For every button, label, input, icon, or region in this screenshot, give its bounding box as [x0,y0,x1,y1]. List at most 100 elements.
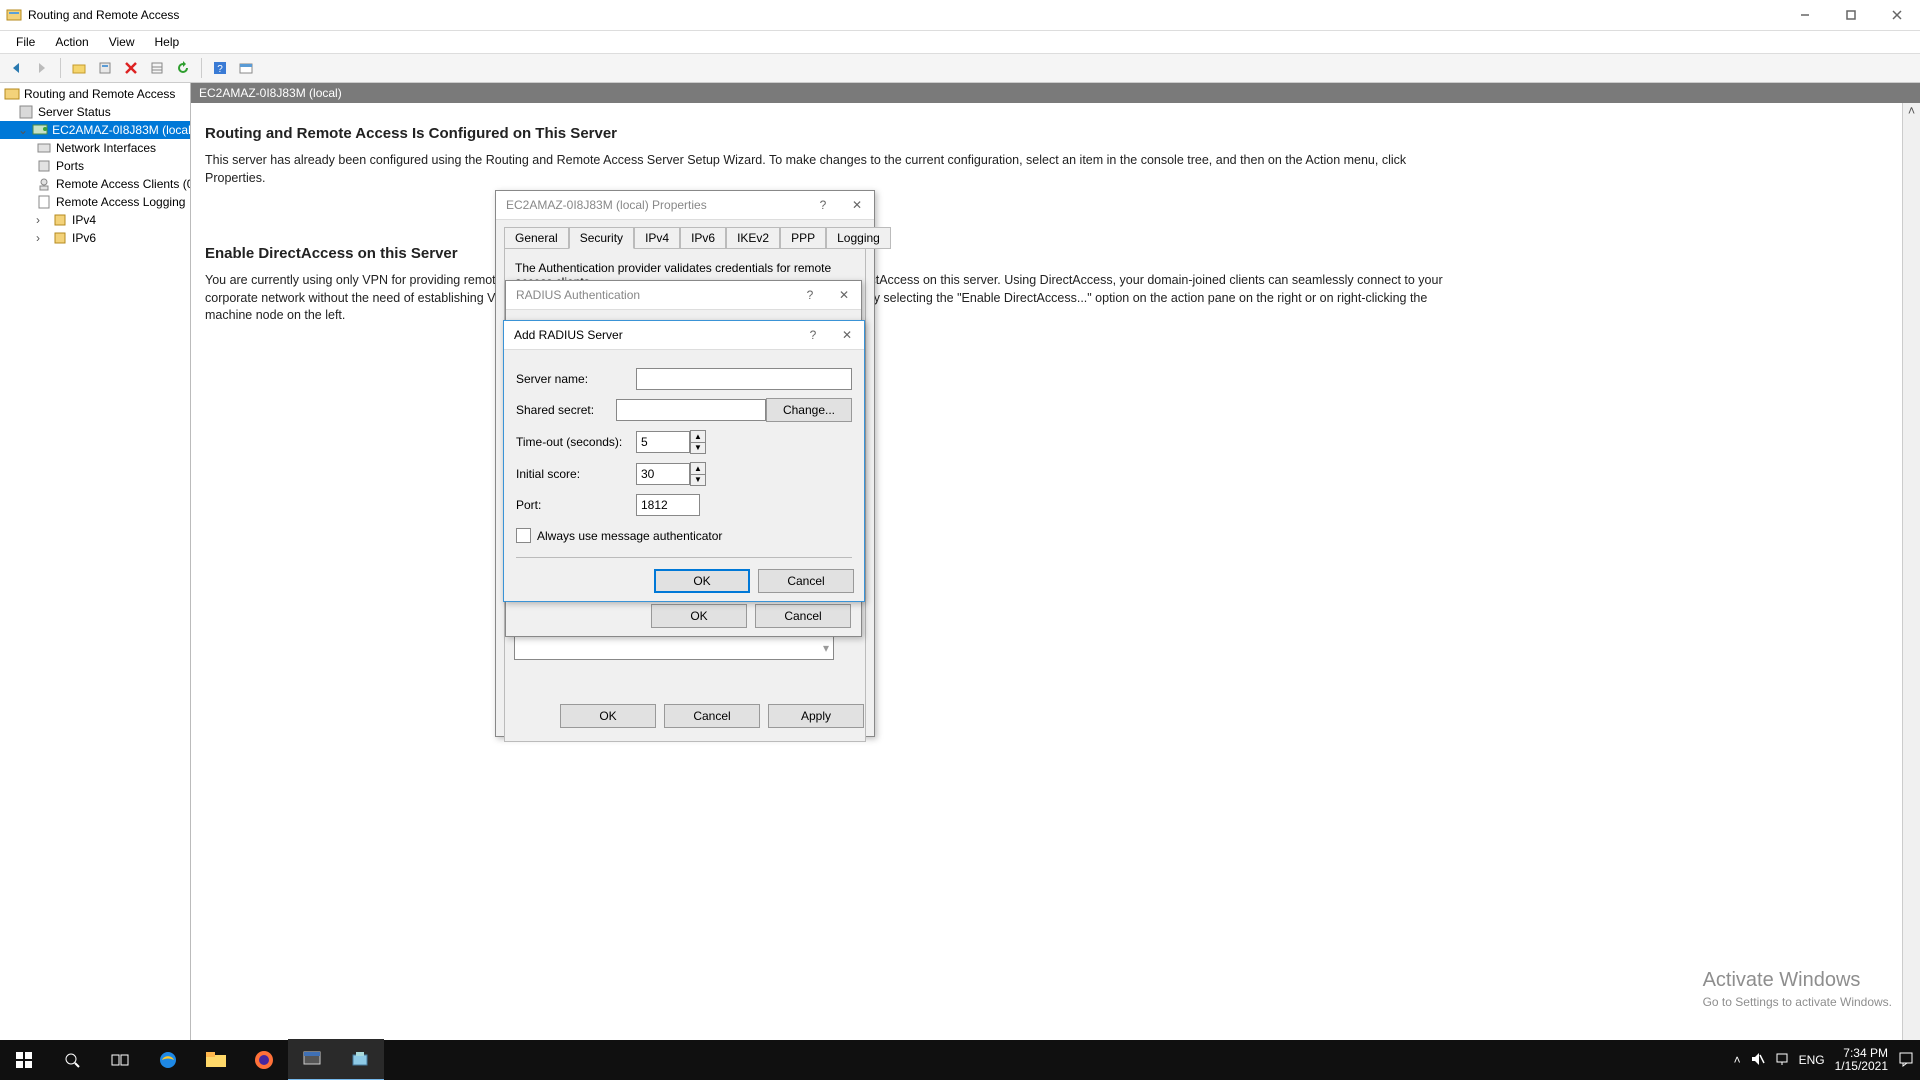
always-authenticator-checkbox[interactable] [516,528,531,543]
tree-remote-access-logging[interactable]: Remote Access Logging [0,193,190,211]
tree-remote-access-clients[interactable]: Remote Access Clients (0 [0,175,190,193]
tray-volume-icon[interactable] [1751,1052,1765,1069]
menu-help[interactable]: Help [145,33,190,51]
tray-clock[interactable]: 7:34 PM 1/15/2021 [1835,1047,1888,1073]
tree-ipv6[interactable]: ›IPv6 [0,229,190,247]
always-authenticator-label: Always use message authenticator [537,529,722,543]
tab-ikev2[interactable]: IKEv2 [726,227,780,249]
menu-file[interactable]: File [6,33,45,51]
console-tree[interactable]: Routing and Remote Access Server Status … [0,83,191,1059]
shared-secret-label: Shared secret: [516,403,616,417]
close-icon[interactable]: ✕ [827,282,861,308]
spin-down-icon[interactable]: ▼ [691,475,705,486]
list-button[interactable] [145,56,169,80]
close-icon[interactable]: ✕ [840,192,874,218]
tray-language[interactable]: ENG [1799,1053,1825,1067]
nic-icon [36,140,52,156]
initial-score-label: Initial score: [516,467,636,481]
close-icon[interactable]: ✕ [830,322,864,348]
properties-button[interactable] [93,56,117,80]
delete-button[interactable] [119,56,143,80]
taskbar-ie[interactable] [144,1040,192,1080]
add-radius-ok-button[interactable]: OK [654,569,750,593]
watermark-title: Activate Windows [1703,966,1892,994]
properties-ok-button[interactable]: OK [560,704,656,728]
port-label: Port: [516,498,636,512]
app-titlebar: Routing and Remote Access [0,0,1920,31]
help-icon[interactable]: ? [806,192,840,218]
tab-general[interactable]: General [504,227,569,249]
ports-icon [36,158,52,174]
add-radius-cancel-button[interactable]: Cancel [758,569,854,593]
start-button[interactable] [0,1040,48,1080]
tree-network-interfaces[interactable]: Network Interfaces [0,139,190,157]
tree-machine-node[interactable]: ⌄ EC2AMAZ-0I8J83M (local) [0,121,190,139]
tree-root-label: Routing and Remote Access [24,87,175,101]
folder-button[interactable] [67,56,91,80]
properties-cancel-button[interactable]: Cancel [664,704,760,728]
tray-notifications-icon[interactable] [1898,1051,1914,1070]
scroll-up-icon[interactable]: ˄ [1903,103,1920,120]
tree-label: EC2AMAZ-0I8J83M (local) [52,123,191,137]
help-button[interactable]: ? [208,56,232,80]
radius-auth-title[interactable]: RADIUS Authentication ? ✕ [506,281,861,310]
tab-logging[interactable]: Logging [826,227,891,249]
back-button[interactable] [4,56,28,80]
tray-chevron-up-icon[interactable]: ˄ [1734,1053,1741,1067]
content-heading-2: Enable DirectAccess on this Server [205,243,1906,264]
tree-label: Remote Access Clients (0 [56,177,191,191]
tab-ipv6[interactable]: IPv6 [680,227,726,249]
menu-action[interactable]: Action [45,33,98,51]
close-button[interactable] [1874,1,1920,29]
taskbar-firefox[interactable] [240,1040,288,1080]
change-secret-button[interactable]: Change... [766,398,852,422]
tree-ipv4[interactable]: ›IPv4 [0,211,190,229]
port-input[interactable] [636,494,700,516]
taskbar-rras[interactable] [336,1039,384,1080]
maximize-button[interactable] [1828,1,1874,29]
minimize-button[interactable] [1782,1,1828,29]
taskbar-server-manager[interactable] [288,1039,336,1080]
dialog-separator [516,557,852,558]
tray-network-icon[interactable] [1775,1052,1789,1069]
spin-up-icon[interactable]: ▲ [691,463,705,475]
tree-server-status[interactable]: Server Status [0,103,190,121]
radius-auth-cancel-button[interactable]: Cancel [755,604,851,628]
forward-button[interactable] [30,56,54,80]
chevron-right-icon[interactable]: › [36,231,48,245]
refresh-button[interactable] [171,56,195,80]
app-title: Routing and Remote Access [28,8,1782,22]
initial-score-input[interactable] [636,463,690,485]
content-vertical-scrollbar[interactable]: ˄ ˅ [1902,103,1920,1059]
taskbar-taskview[interactable] [96,1040,144,1080]
system-tray[interactable]: ˄ ENG 7:34 PM 1/15/2021 [1734,1047,1920,1073]
chevron-down-icon[interactable]: ⌄ [18,123,28,137]
radius-auth-ok-button[interactable]: OK [651,604,747,628]
taskbar[interactable]: ˄ ENG 7:34 PM 1/15/2021 [0,1040,1920,1080]
add-radius-title[interactable]: Add RADIUS Server ? ✕ [504,321,864,350]
content-body: Routing and Remote Access Is Configured … [191,103,1920,1059]
server-name-input[interactable] [636,368,852,390]
shared-secret-input[interactable] [616,399,766,421]
menu-view[interactable]: View [99,33,145,51]
tree-label: Ports [56,159,84,173]
tree-root[interactable]: Routing and Remote Access [0,85,190,103]
toolbar: ? [0,54,1920,83]
timeout-input[interactable] [636,431,690,453]
partial-dropdown[interactable]: ▾ [514,636,834,660]
tab-ppp[interactable]: PPP [780,227,826,249]
chevron-right-icon[interactable]: › [36,213,48,227]
tab-ipv4[interactable]: IPv4 [634,227,680,249]
properties-dialog-title[interactable]: EC2AMAZ-0I8J83M (local) Properties ? ✕ [496,191,874,220]
taskbar-search[interactable] [48,1040,96,1080]
tree-ports[interactable]: Ports [0,157,190,175]
properties-apply-button[interactable]: Apply [768,704,864,728]
tab-security[interactable]: Security [569,227,634,249]
dialog-title-text: Add RADIUS Server [514,328,796,342]
help-icon[interactable]: ? [793,282,827,308]
spin-up-icon[interactable]: ▲ [691,431,705,443]
help-icon[interactable]: ? [796,322,830,348]
window-button[interactable] [234,56,258,80]
taskbar-explorer[interactable] [192,1040,240,1080]
spin-down-icon[interactable]: ▼ [691,443,705,454]
